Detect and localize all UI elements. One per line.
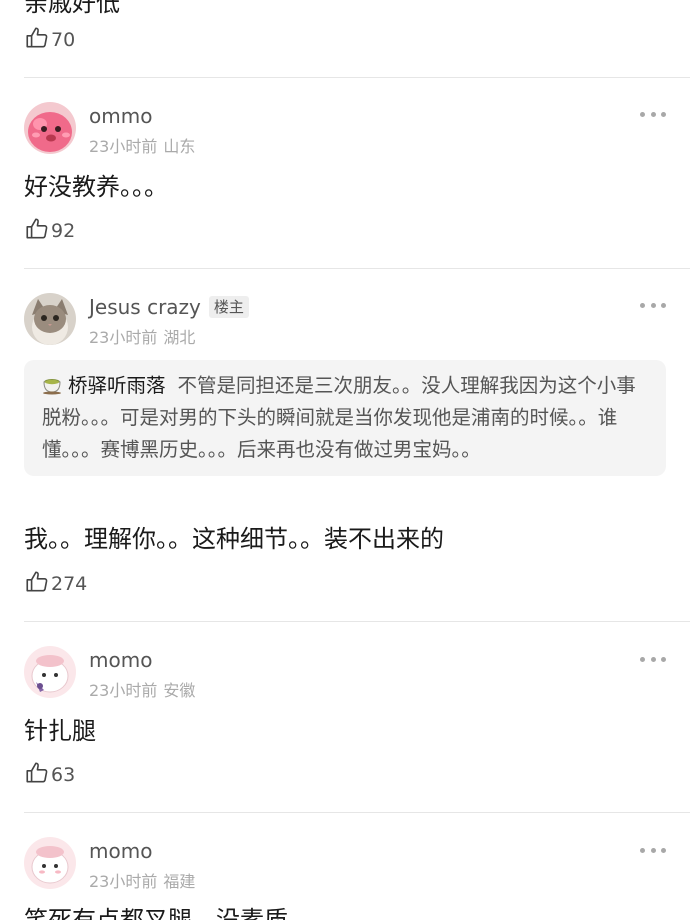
thumbs-up-icon: [24, 569, 50, 599]
comment-meta: 23小时前 福建: [89, 868, 195, 892]
more-dots-icon[interactable]: [640, 846, 666, 854]
location: 湖北: [163, 328, 196, 347]
location: 安徽: [163, 681, 196, 700]
like-button[interactable]: 70: [24, 26, 75, 54]
location: 福建: [163, 872, 196, 891]
thumbs-up-icon: [24, 216, 50, 246]
username[interactable]: Jesus crazy: [89, 295, 201, 319]
like-count: 63: [51, 764, 76, 786]
comment-text: 好没教养。。。: [24, 173, 168, 201]
like-count: 274: [51, 573, 88, 595]
comment-text: 针扎腿: [24, 717, 96, 745]
like-button[interactable]: 92: [24, 217, 75, 245]
tea-cup-icon: [42, 373, 64, 395]
username-row: Jesus crazy 楼主: [89, 295, 249, 319]
timestamp: 23小时前: [89, 137, 158, 156]
thumbs-up-icon: [24, 25, 50, 55]
divider: [24, 621, 690, 622]
avatar[interactable]: [24, 646, 76, 698]
more-dots-icon[interactable]: [640, 655, 666, 663]
divider: [24, 77, 690, 78]
avatar[interactable]: [24, 837, 76, 889]
like-count: 92: [51, 220, 76, 242]
timestamp: 23小时前: [89, 328, 158, 347]
owner-badge: 楼主: [208, 296, 249, 318]
comment-meta: 23小时前 安徽: [89, 677, 195, 701]
quoted-comment[interactable]: 桥驿听雨落 不管是同担还是三次朋友。。没人理解我因为这个小事脱粉。。。可是对男的下…: [24, 360, 666, 476]
avatar[interactable]: [24, 102, 76, 154]
comment-feed: 亲戚好低 70 ommo 23小时前 山东 好没教养。。。 92 Jesus c…: [0, 0, 690, 920]
timestamp: 23小时前: [89, 872, 158, 891]
comment-meta: 23小时前 山东: [89, 133, 195, 157]
like-button[interactable]: 274: [24, 570, 87, 598]
avatar[interactable]: [24, 293, 76, 345]
quoted-username[interactable]: 桥驿听雨落: [68, 374, 166, 397]
divider: [24, 268, 690, 269]
thumbs-up-icon: [24, 760, 50, 790]
username[interactable]: ommo: [89, 104, 152, 128]
comment-text: 笑死有点都叉腿，没素质: [24, 906, 288, 920]
comment-meta: 23小时前 湖北: [89, 324, 195, 348]
like-count: 70: [51, 29, 76, 51]
username[interactable]: momo: [89, 648, 152, 672]
comment-text: 我。。理解你。。这种细节。。装不出来的: [24, 525, 444, 553]
more-dots-icon[interactable]: [640, 110, 666, 118]
like-button[interactable]: 63: [24, 761, 75, 789]
divider: [24, 812, 690, 813]
username[interactable]: momo: [89, 839, 152, 863]
comment-text: 亲戚好低: [24, 0, 120, 17]
location: 山东: [163, 137, 196, 156]
more-dots-icon[interactable]: [640, 301, 666, 309]
timestamp: 23小时前: [89, 681, 158, 700]
